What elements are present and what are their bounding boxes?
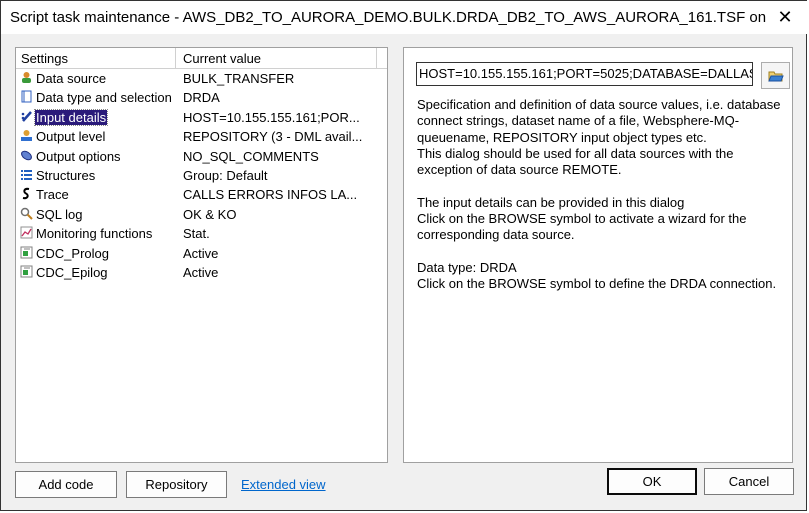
settings-column-header[interactable]: Settings	[16, 48, 176, 69]
chart-icon	[20, 226, 33, 239]
empty-column-header	[377, 48, 387, 69]
setting-value: DRDA	[183, 90, 220, 106]
setting-value: Stat.	[183, 226, 210, 242]
settings-row-cdc-epilog[interactable]: CDC_Epilog Active	[16, 263, 387, 282]
description-paragraph: Click on the BROWSE symbol to define the…	[417, 276, 777, 292]
settings-table: Settings Current value Data source BULK_…	[15, 47, 388, 463]
close-icon: ✕	[777, 7, 793, 27]
setting-label: Output level	[36, 129, 106, 145]
book-icon	[21, 90, 32, 103]
setting-value: Active	[183, 264, 219, 280]
setting-label: Output options	[36, 148, 121, 164]
settings-row-trace[interactable]: Trace CALLS ERRORS INFOS LA...	[16, 185, 387, 204]
setting-value: REPOSITORY (3 - DML avail...	[183, 129, 363, 145]
description-paragraph: This dialog should be used for all data …	[417, 145, 734, 178]
data-type-line: Data type: DRDA	[417, 259, 517, 275]
setting-value: BULK_TRANSFER	[183, 71, 295, 86]
setting-value: NO_SQL_COMMENTS	[183, 148, 319, 164]
settings-row-sql-log[interactable]: SQL log OK & KO	[16, 205, 387, 224]
window-title: Script task maintenance - AWS_DB2_TO_AUR…	[10, 9, 770, 26]
setting-label: Data type and selection	[36, 90, 172, 106]
list-icon	[21, 169, 32, 180]
pen-icon	[21, 110, 32, 122]
description-paragraph: The input details can be provided in thi…	[417, 194, 685, 210]
cancel-button[interactable]: Cancel	[704, 468, 794, 495]
options-icon	[21, 150, 32, 160]
setting-label: Monitoring functions	[36, 226, 153, 242]
setting-value: OK & KO	[183, 206, 237, 222]
current-value-column-header[interactable]: Current value	[176, 48, 377, 69]
setting-value: CALLS ERRORS INFOS LA...	[183, 187, 358, 203]
settings-row-input-details[interactable]: Input details HOST=10.155.155.161;POR...	[16, 108, 387, 127]
settings-row-output-options[interactable]: Output options NO_SQL_COMMENTS	[16, 147, 387, 166]
settings-rows: Data source BULK_TRANSFER Data type and …	[16, 69, 387, 282]
setting-label: Structures	[36, 167, 96, 183]
script-task-maintenance-dialog: Script task maintenance - AWS_DB2_TO_AUR…	[0, 0, 808, 511]
repository-button[interactable]: Repository	[126, 471, 227, 498]
script-icon	[20, 246, 33, 259]
settings-row-cdc-prolog[interactable]: CDC_Prolog Active	[16, 244, 387, 263]
trace-icon	[22, 188, 30, 200]
setting-value: HOST=10.155.155.161;POR...	[183, 109, 360, 125]
connection-string-input[interactable]: HOST=10.155.155.161;PORT=5025;DATABASE=D…	[416, 62, 753, 86]
details-panel: HOST=10.155.155.161;PORT=5025;DATABASE=D…	[403, 47, 793, 463]
description-paragraph: Click on the BROWSE symbol to activate a…	[417, 211, 747, 243]
setting-value: Active	[183, 245, 219, 261]
data-source-icon	[22, 72, 31, 83]
setting-label: CDC_Epilog	[36, 264, 108, 280]
output-level-icon	[21, 130, 32, 142]
setting-label: CDC_Prolog	[36, 245, 109, 261]
ok-button[interactable]: OK	[607, 468, 697, 495]
setting-label: Input details	[33, 108, 109, 126]
description-paragraph: Specification and definition of data sou…	[417, 97, 781, 145]
close-button[interactable]: ✕	[762, 1, 808, 34]
setting-value: Group: Default	[183, 167, 268, 183]
description-text: Specification and definition of data sou…	[417, 97, 787, 293]
setting-label: SQL log	[36, 206, 83, 222]
folder-open-icon	[767, 71, 784, 81]
browse-button[interactable]	[761, 62, 790, 89]
settings-row-output-level[interactable]: Output level REPOSITORY (3 - DML avail..…	[16, 127, 387, 146]
settings-row-structures[interactable]: Structures Group: Default	[16, 166, 387, 185]
settings-row-monitoring-functions[interactable]: Monitoring functions Stat.	[16, 224, 387, 243]
add-code-button[interactable]: Add code	[15, 471, 117, 498]
title-bar: Script task maintenance - AWS_DB2_TO_AUR…	[1, 1, 808, 34]
settings-row-data-source[interactable]: Data source BULK_TRANSFER	[16, 69, 387, 88]
extended-view-link[interactable]: Extended view	[241, 477, 326, 492]
settings-row-data-type[interactable]: Data type and selection DRDA	[16, 88, 387, 107]
setting-label: Trace	[36, 187, 69, 203]
magnifier-icon	[20, 207, 33, 220]
setting-label: Data source	[36, 71, 107, 86]
script-icon	[20, 265, 33, 278]
